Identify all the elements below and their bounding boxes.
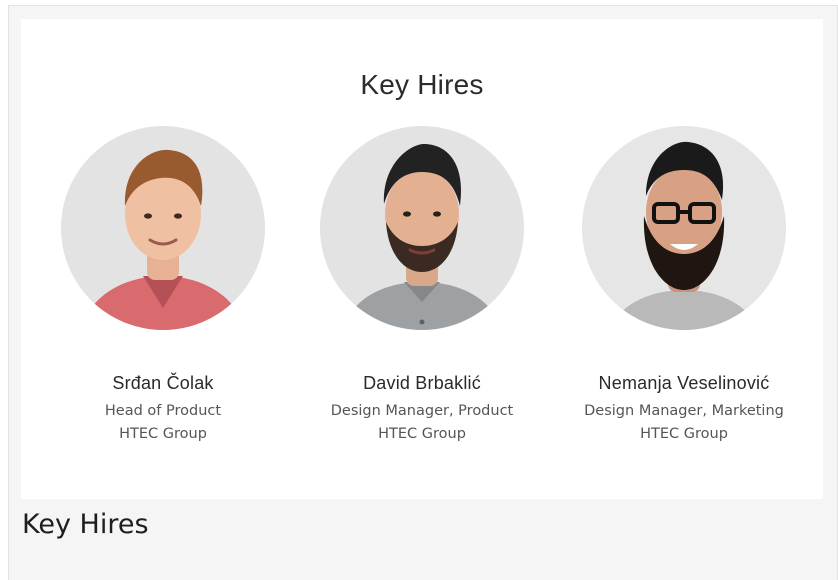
person-role: Design Manager, Product [330,403,514,419]
avatar-photo [61,126,265,330]
person-photo-icon [61,126,265,330]
page-frame: Key Hires Srđan Čolak Head of Product HT… [8,5,838,580]
person-photo-icon [320,126,524,330]
person-card-3[interactable]: Nemanja Veselinović Design Manager, Mark… [549,126,819,446]
key-hires-card: Key Hires Srđan Čolak Head of Product HT… [21,19,823,499]
avatar-photo [320,126,524,330]
person-company: HTEC Group [640,426,728,442]
person-card-1[interactable]: Srđan Čolak Head of Product HTEC Group [28,126,298,446]
person-photo-icon [582,126,786,330]
avatar-photo [582,126,786,330]
person-name: David Brbaklić [363,373,481,393]
person-card-2[interactable]: David Brbaklić Design Manager, Product H… [287,126,557,446]
person-company: HTEC Group [119,426,207,442]
person-name: Srđan Čolak [112,373,214,393]
card-title: Key Hires [360,69,484,100]
person-role: Head of Product [104,403,222,419]
person-role: Design Manager, Marketing [584,403,784,419]
person-name: Nemanja Veselinović [598,373,770,393]
section-caption: Key Hires [22,509,149,540]
person-company: HTEC Group [378,426,466,442]
